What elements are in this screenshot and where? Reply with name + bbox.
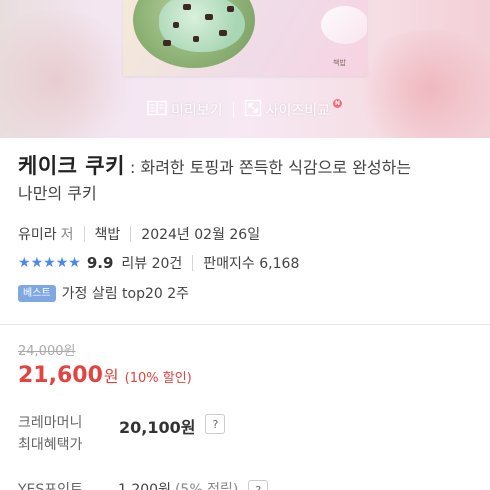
book-cover-image[interactable]: 책밥 — [123, 0, 367, 76]
rating-divider — [192, 255, 194, 271]
product-subtitle-cont: 나만의 쿠키 — [18, 184, 97, 203]
crumb — [219, 30, 227, 36]
sales-index: 판매지수 6,168 — [203, 256, 300, 272]
preview-label: 미리보기 — [171, 103, 223, 119]
benefit-label: 크레마머니 최대혜택가 — [18, 412, 118, 456]
product-title: 케이크 쿠키 — [18, 154, 125, 178]
star-icon: ★ — [30, 255, 44, 271]
rating-row: ★ ★ ★ ★ ★ 9.9 리뷰 20건 판매지수 6,168 — [18, 252, 299, 274]
preview-button[interactable]: 미리보기 — [147, 100, 223, 120]
title-line-2: 나만의 쿠키 — [18, 181, 478, 207]
crumb — [193, 36, 199, 42]
crumb — [227, 6, 234, 12]
benefit-help-button[interactable]: ? — [205, 414, 226, 434]
book-open-icon — [147, 100, 167, 120]
sale-price: 21,600 원 (10% 할인) — [18, 363, 192, 388]
benefit-label-line2: 최대혜택가 — [18, 437, 83, 453]
author-role: 저 — [60, 227, 74, 243]
size-compare-button[interactable]: 사이즈비교 N — [244, 98, 343, 121]
ranking-text: 가정 살림 top20 2주 — [61, 286, 190, 302]
discount-rate: (10% 할인) — [124, 371, 192, 386]
meta-divider — [83, 226, 85, 242]
hero-actions: 미리보기 사이즈비교 N — [0, 94, 490, 126]
title-line-1: 케이크 쿠키 : 화려한 토핑과 쫀득한 식감으로 완성하는 — [18, 154, 478, 181]
publish-date: 2024년 02월 26일 — [141, 227, 261, 243]
size-compare-label: 사이즈비교 — [265, 103, 330, 119]
star-icon: ★ — [18, 255, 31, 271]
best-badge: 베스트 — [18, 284, 56, 302]
author-link[interactable]: 유미라 — [18, 224, 57, 244]
cover-decoration — [321, 6, 367, 44]
hero-divider — [232, 102, 234, 118]
cover-publisher-text: 책밥 — [333, 59, 346, 67]
star-rating: ★ ★ ★ ★ ★ — [18, 256, 81, 270]
meta-divider — [130, 226, 132, 242]
star-icon: ★ — [55, 255, 69, 271]
crumb — [173, 22, 179, 28]
crumb — [205, 14, 213, 20]
product-subtitle: : 화려한 토핑과 쫀득한 식감으로 완성하는 — [124, 158, 412, 177]
crumb — [163, 40, 171, 46]
sale-price-unit: 원 — [103, 367, 119, 386]
points-rate: (5% 적립) — [174, 482, 239, 490]
new-badge: N — [332, 98, 342, 108]
product-title-block: 케이크 쿠키 : 화려한 토핑과 쫀득한 식감으로 완성하는 나만의 쿠키 — [18, 154, 478, 207]
sale-price-amount: 21,600 — [18, 363, 103, 388]
crema-benefit-row: 크레마머니 최대혜택가 20,100원 ? — [18, 412, 226, 456]
publisher-link[interactable]: 책밥 — [95, 224, 121, 244]
benefit-price: 20,100원 — [119, 418, 196, 437]
points-value: 1,200원 — [118, 482, 171, 490]
bestseller-row[interactable]: 베스트 가정 살림 top20 2주 — [18, 283, 189, 303]
rating-score: 9.9 — [86, 254, 114, 272]
benefit-label-line1: 크레마머니 — [18, 415, 83, 431]
star-icon: ★ — [68, 255, 81, 271]
points-help-button[interactable]: ? — [248, 480, 269, 490]
star-icon: ★ — [43, 255, 56, 271]
review-count-link[interactable]: 리뷰 20건 — [121, 253, 182, 273]
section-divider — [0, 324, 490, 325]
hero-banner: 책밥 미리보기 사이즈비교 N — [0, 0, 490, 138]
crumb — [183, 4, 191, 10]
resize-icon — [244, 99, 262, 121]
author-publisher-row: 유미라 저 책밥 2024년 02월 26일 — [18, 222, 260, 246]
original-price: 24,000원 — [18, 344, 76, 359]
points-label: YES포인트 — [18, 482, 83, 490]
yes-points-row: YES포인트 1,200원 (5% 적립) ? — [18, 478, 269, 490]
